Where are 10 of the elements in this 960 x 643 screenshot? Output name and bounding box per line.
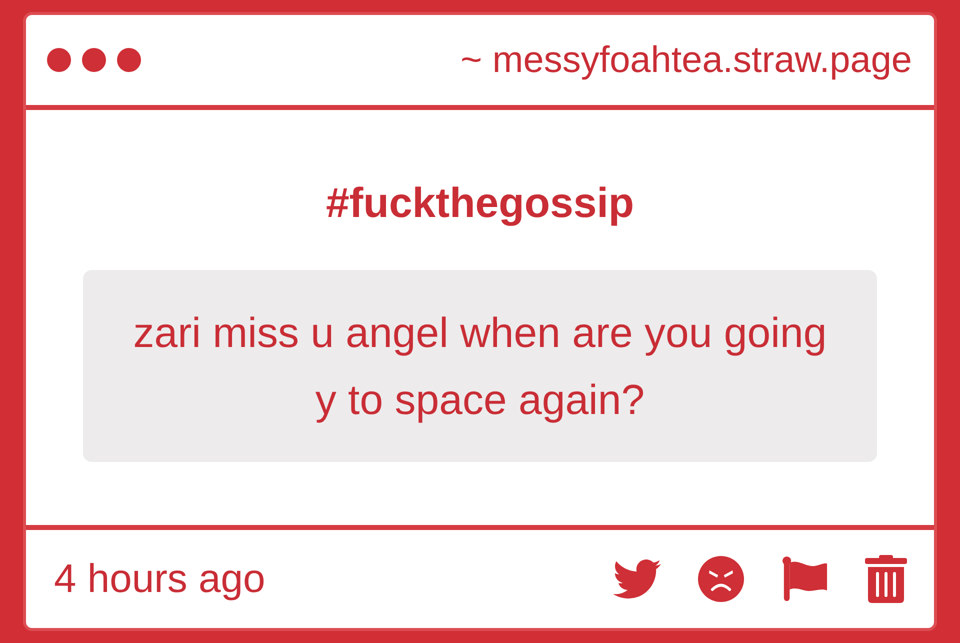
post-title: #fuckthegossip: [324, 178, 636, 228]
post-time: 4 hours ago: [54, 556, 266, 602]
page-url: ~ messyfoahtea.straw.page: [460, 39, 912, 81]
window-dot-icon: [117, 48, 141, 72]
window-dot-icon: [82, 48, 106, 72]
message-text: zari miss u angel when are you going y to space again?: [133, 309, 827, 423]
window-dot-icon: [47, 48, 71, 72]
trash-icon[interactable]: [865, 555, 907, 603]
flag-icon[interactable]: [781, 556, 829, 602]
angry-face-icon[interactable]: [697, 556, 745, 602]
